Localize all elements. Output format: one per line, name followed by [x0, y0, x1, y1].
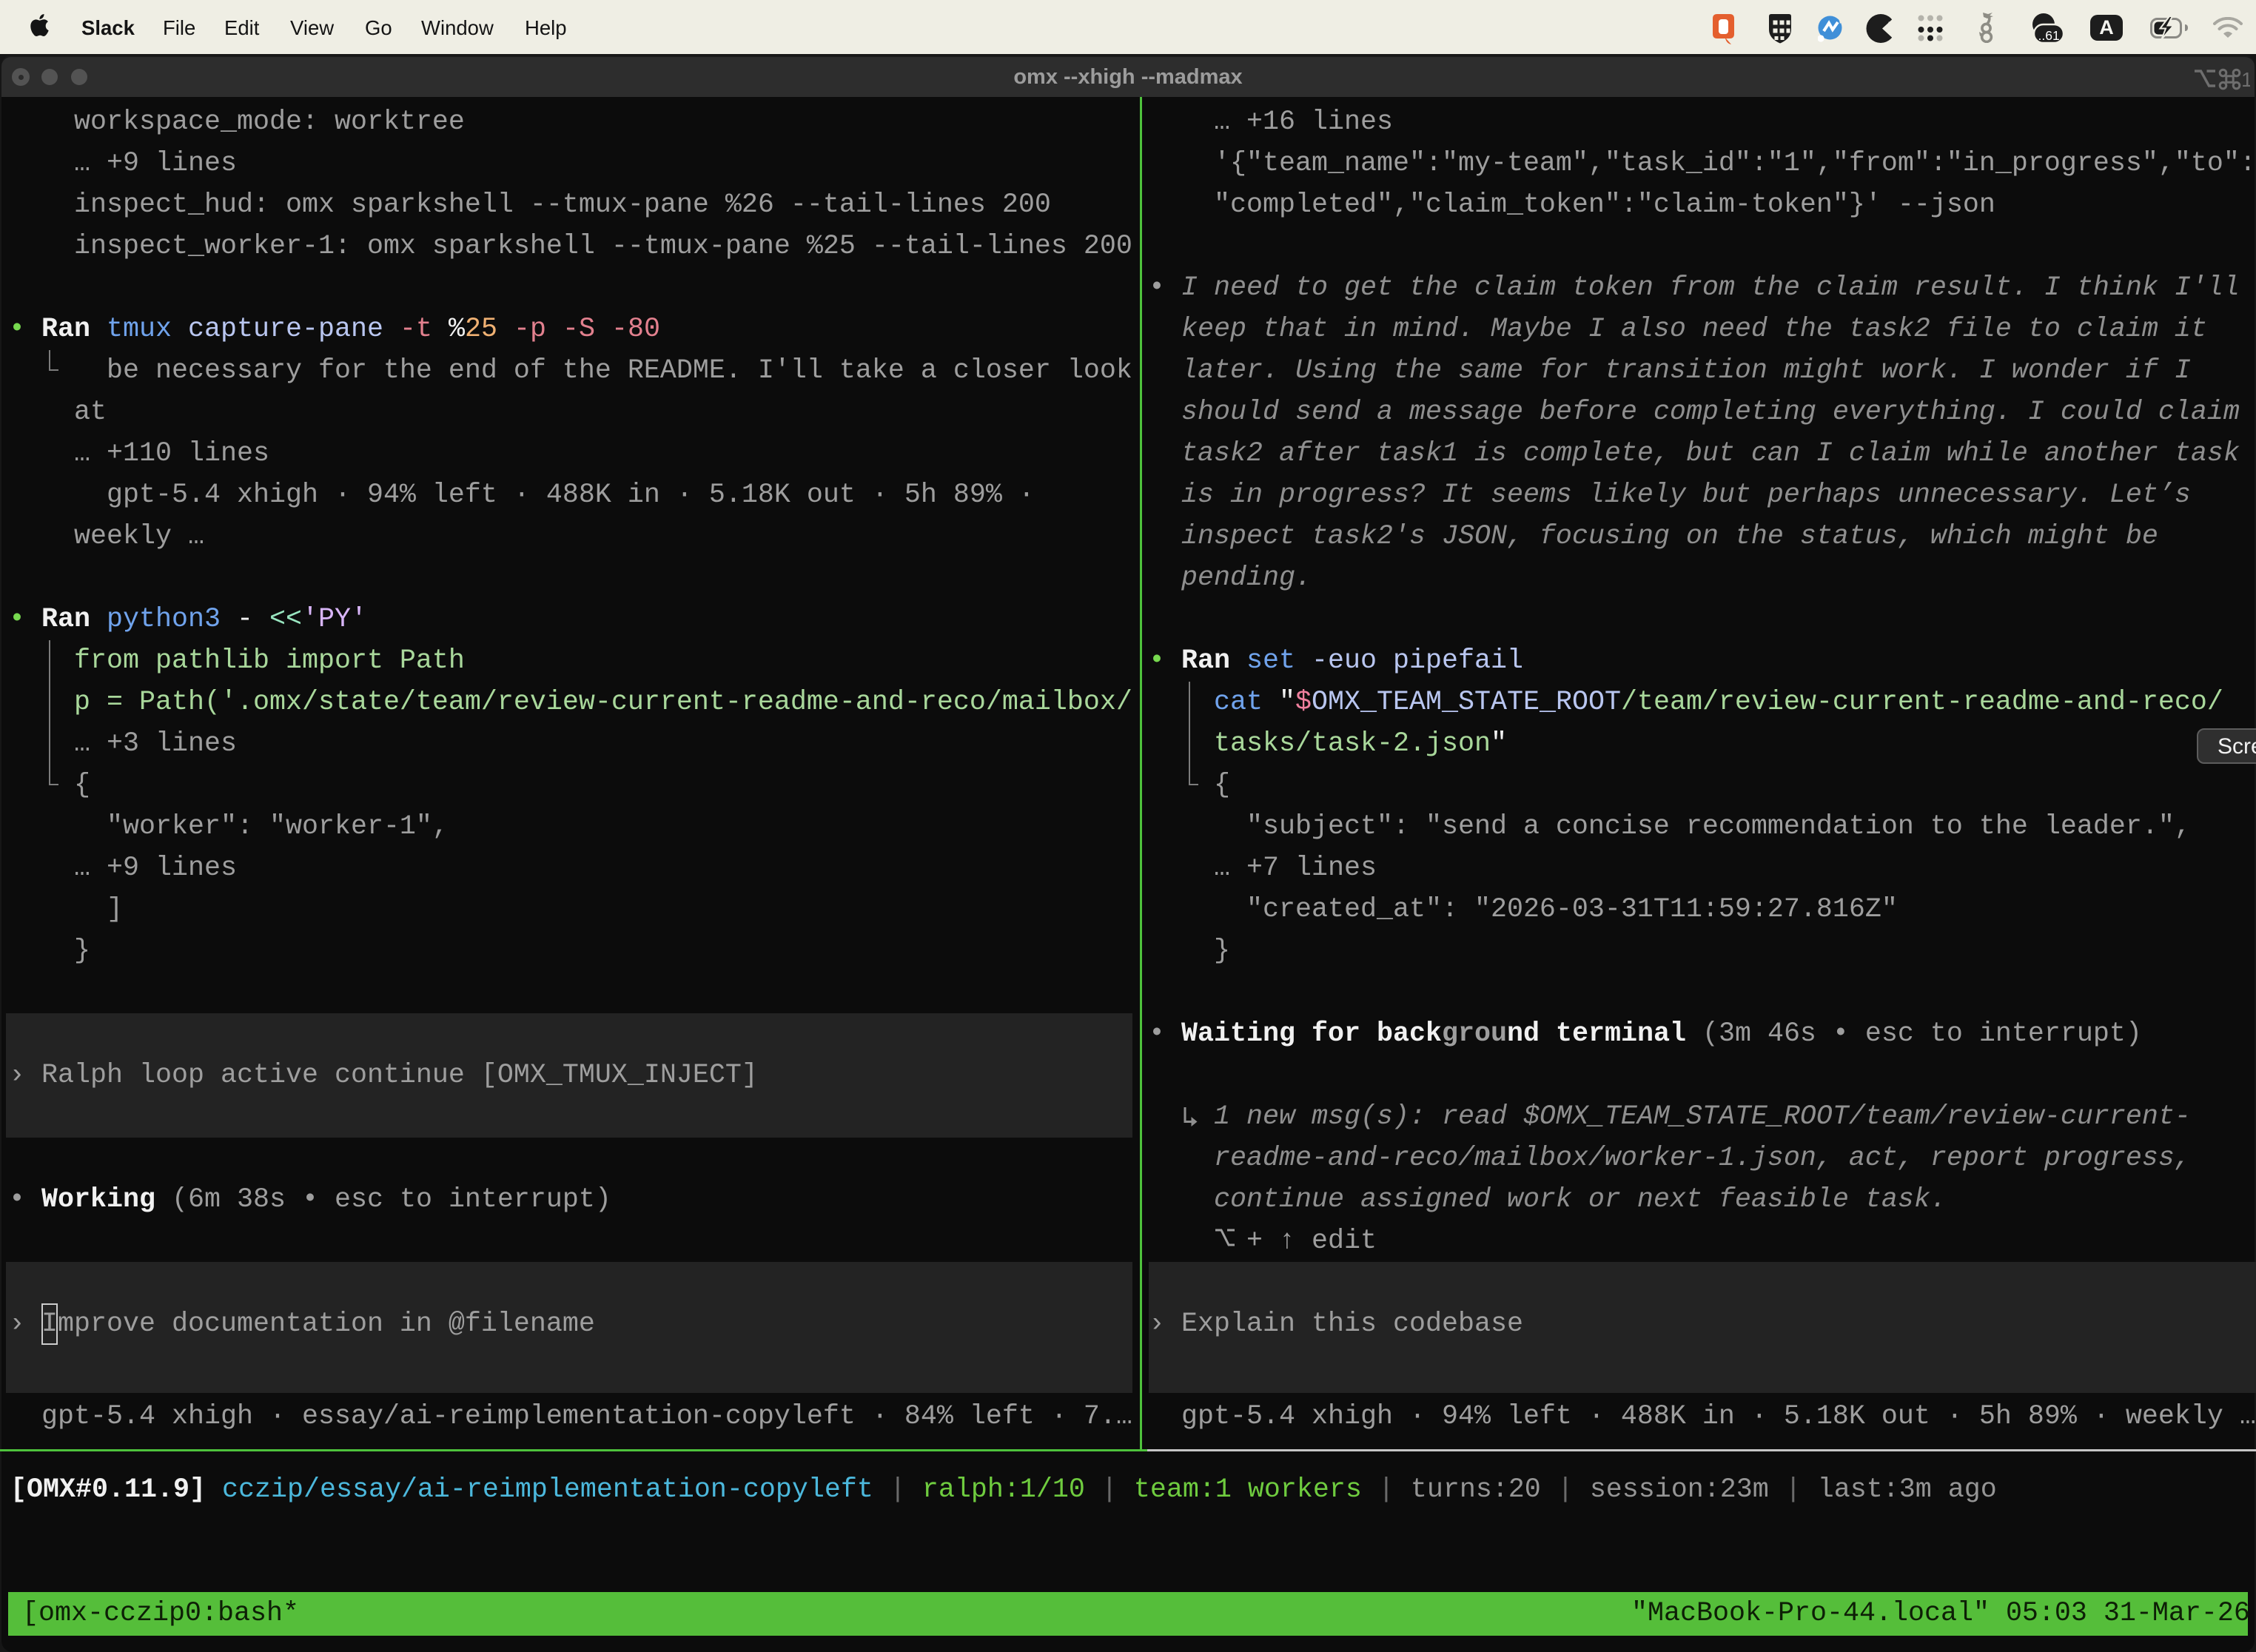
svg-text:..61: ..61: [2038, 28, 2060, 43]
svg-text:1: 1: [2241, 68, 2250, 90]
